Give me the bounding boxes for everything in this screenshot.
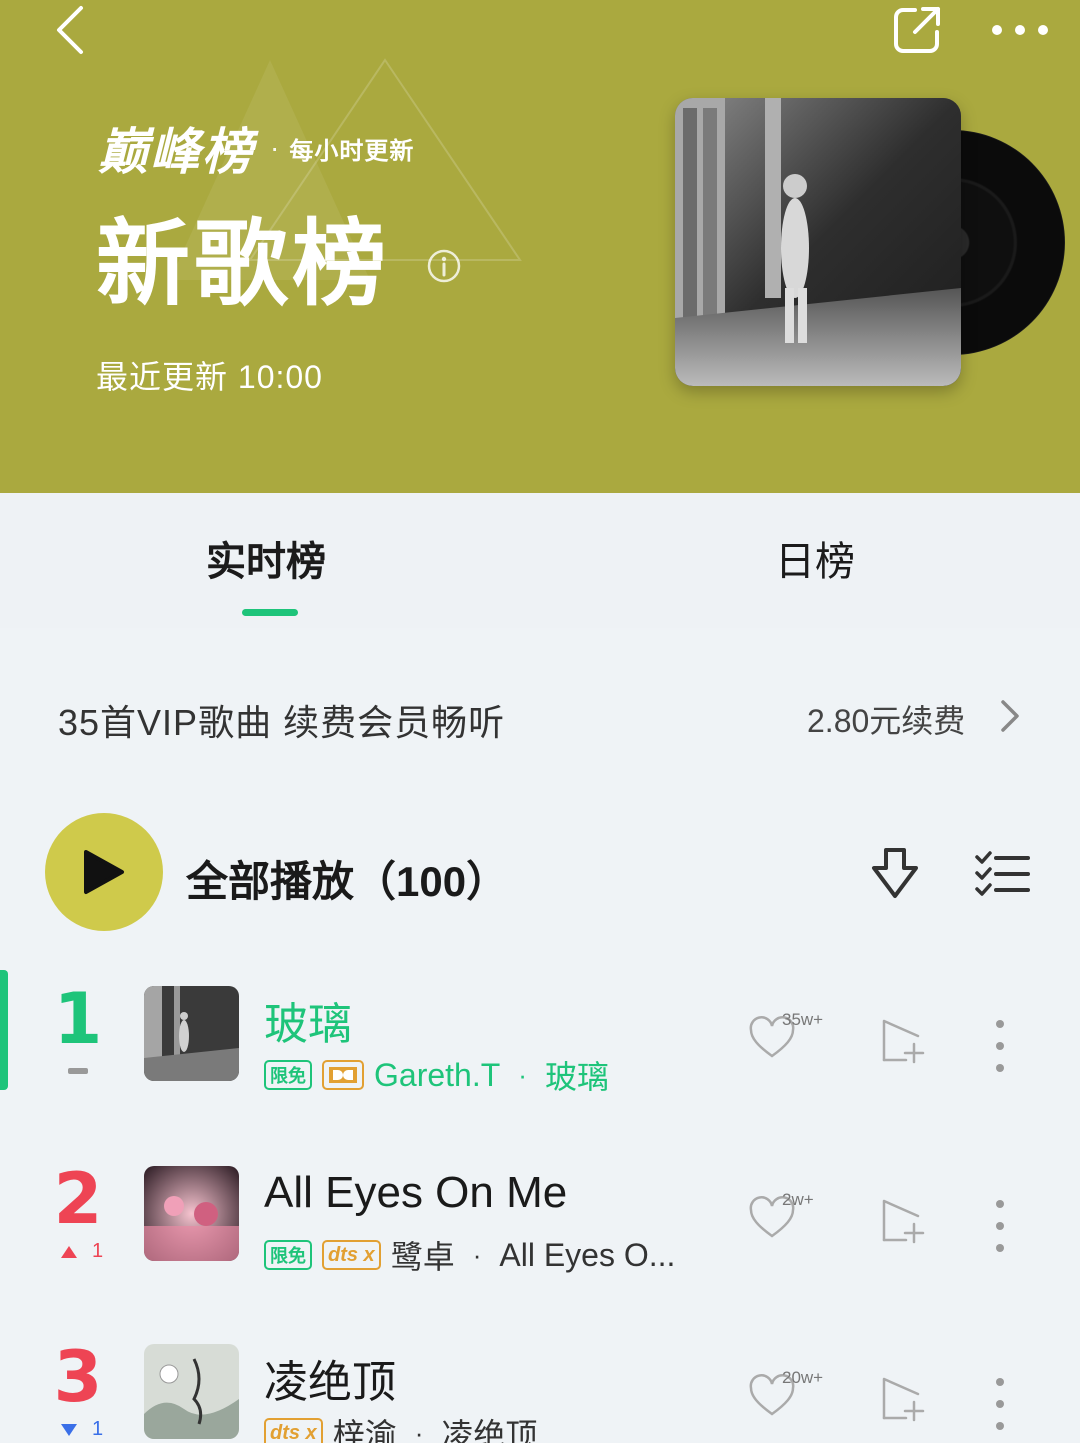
- tab-daily[interactable]: 日榜: [775, 529, 855, 587]
- song-cover: [144, 986, 239, 1081]
- vip-banner-text: 35首VIP歌曲 续费会员畅听: [58, 702, 506, 743]
- dolby-icon: [329, 1067, 357, 1083]
- up-triangle-icon: [61, 1245, 77, 1258]
- song-cover: [144, 1166, 239, 1261]
- dts-badge: dts x: [322, 1240, 381, 1270]
- share-icon: [894, 7, 940, 53]
- tab-active-indicator: [242, 609, 298, 616]
- song-title: All Eyes On Me: [264, 1168, 568, 1217]
- dolby-badge: [322, 1060, 364, 1090]
- rank-change-up: 1: [60, 1240, 103, 1263]
- like-count: 20w+: [782, 1368, 824, 1387]
- song-artist[interactable]: 鹭卓: [391, 1232, 455, 1278]
- chart-brand: 巅峰榜 · 每小时更新: [98, 112, 414, 184]
- add-to-playlist-icon[interactable]: [880, 1198, 926, 1244]
- song-album[interactable]: 凌绝顶: [441, 1410, 537, 1443]
- song-title: 凌绝顶: [264, 1358, 396, 1407]
- download-icon[interactable]: [868, 846, 922, 902]
- song-row[interactable]: 2 1 All Eyes On Me 限免 dts x 鹭卓 · All Eye…: [0, 1140, 1080, 1290]
- chart-header: 巅峰榜 · 每小时更新 新歌榜 最近更新 10:00: [0, 0, 1080, 493]
- vip-renew-label[interactable]: 2.80元续费: [807, 696, 965, 742]
- tab-realtime[interactable]: 实时榜: [206, 529, 326, 587]
- add-to-playlist-icon[interactable]: [880, 1376, 926, 1422]
- brand-name: 巅峰榜: [98, 123, 254, 181]
- like-count: 35w+: [782, 1010, 824, 1029]
- play-all-button[interactable]: [45, 813, 163, 931]
- meta-separator: ·: [472, 1239, 482, 1270]
- chart-cover-image: [675, 98, 961, 386]
- song-row[interactable]: 3 1 凌绝顶 dts x 梓渝 · 凌绝顶 20w+: [0, 1318, 1080, 1443]
- rank-change-value: 1: [92, 1240, 104, 1262]
- song-album[interactable]: All Eyes O...: [499, 1237, 675, 1274]
- meta-separator: ·: [414, 1417, 424, 1443]
- share-button[interactable]: [882, 0, 952, 60]
- play-icon: [84, 850, 124, 894]
- back-arrow-icon: [57, 6, 83, 54]
- back-button[interactable]: [40, 2, 100, 58]
- multi-select-icon[interactable]: [974, 850, 1030, 896]
- song-cover: [144, 1344, 239, 1439]
- rank-number: 2: [53, 1158, 103, 1240]
- play-all-label[interactable]: 全部播放（100）: [186, 848, 508, 909]
- vertical-dots-icon[interactable]: [986, 1374, 1014, 1434]
- page-title: 新歌榜: [96, 210, 391, 319]
- vertical-dots-icon[interactable]: [986, 1016, 1014, 1076]
- rank-unchanged-dash: [68, 1068, 88, 1074]
- add-to-playlist-icon[interactable]: [880, 1018, 926, 1064]
- brand-subtitle: 每小时更新: [289, 137, 415, 165]
- vip-banner[interactable]: 35首VIP歌曲 续费会员畅听 2.80元续费: [0, 660, 1080, 770]
- last-updated: 最近更新 10:00: [96, 359, 323, 395]
- rank-change-down: 1: [60, 1418, 103, 1441]
- song-meta: 限免 dts x 鹭卓 · All Eyes O...: [264, 1232, 675, 1278]
- song-artist[interactable]: 梓渝: [333, 1410, 397, 1443]
- info-icon[interactable]: [426, 248, 462, 284]
- chevron-right-icon: [1001, 700, 1019, 732]
- song-meta: dts x 梓渝 · 凌绝顶: [264, 1410, 537, 1443]
- rank-number: 1: [53, 978, 103, 1060]
- free-badge: 限免: [264, 1240, 312, 1270]
- free-badge: 限免: [264, 1060, 312, 1090]
- now-playing-indicator: [0, 970, 8, 1090]
- down-triangle-icon: [61, 1423, 77, 1436]
- meta-separator: ·: [518, 1059, 527, 1090]
- brand-dot: ·: [270, 132, 280, 163]
- vertical-dots-icon[interactable]: [986, 1196, 1014, 1256]
- chart-tabs: 实时榜 日榜: [0, 493, 1080, 628]
- rank-change-value: 1: [92, 1418, 104, 1440]
- song-album[interactable]: 玻璃: [545, 1052, 609, 1098]
- more-icon: [992, 25, 1048, 35]
- song-row[interactable]: 1 玻璃 限免 Gareth.T · 玻璃 35w+: [0, 960, 1080, 1110]
- song-meta: 限免 Gareth.T · 玻璃: [264, 1052, 609, 1098]
- rank-number: 3: [53, 1336, 103, 1418]
- song-artist[interactable]: Gareth.T: [374, 1057, 500, 1094]
- like-count: 2w+: [782, 1190, 814, 1209]
- play-all-row: 全部播放（100）: [0, 808, 1080, 934]
- dts-badge: dts x: [264, 1418, 323, 1443]
- song-title: 玻璃: [264, 1000, 352, 1049]
- more-button[interactable]: [984, 6, 1056, 54]
